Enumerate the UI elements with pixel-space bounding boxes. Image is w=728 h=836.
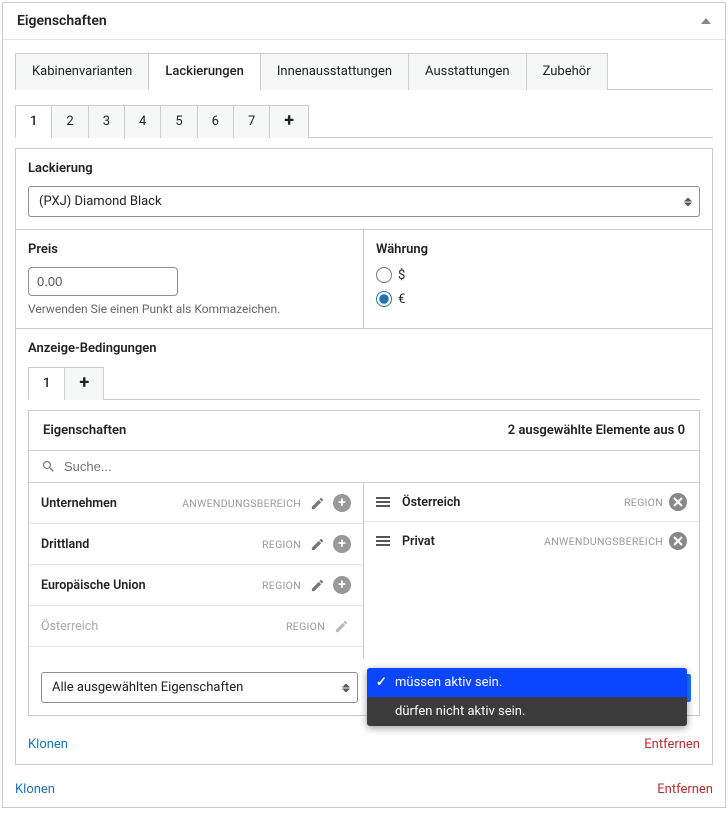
preis-label: Preis — [28, 242, 351, 257]
list-item: Crew Cab 5'7''-Bed KABINENVARIANTE + — [29, 647, 363, 658]
condition-tab-1[interactable]: 1 — [28, 367, 65, 400]
edit-icon[interactable] — [307, 493, 327, 513]
list-item: Unternehmen ANWENDUNGSBEREICH + — [29, 483, 363, 524]
clone-variant-button[interactable]: Klonen — [15, 782, 55, 797]
condition-mode-dropdown: müssen aktiv sein. dürfen nicht aktiv se… — [367, 668, 687, 726]
list-item: Europäische Union REGION + — [29, 565, 363, 606]
add-icon[interactable]: + — [333, 535, 351, 553]
tab-innenausstattungen[interactable]: Innenausstattungen — [260, 53, 409, 90]
preis-hint: Verwenden Sie einen Punkt als Kommazeich… — [28, 302, 351, 316]
panel-header[interactable]: Eigenschaften — [3, 3, 725, 40]
variant-tab-4[interactable]: 4 — [124, 105, 161, 138]
add-icon[interactable]: + — [333, 494, 351, 512]
condition-tabs: 1 + — [28, 366, 700, 400]
remove-variant-button[interactable]: Entfernen — [657, 782, 713, 797]
list-item[interactable]: Privat ANWENDUNGSBEREICH — [364, 522, 699, 560]
variant-tab-2[interactable]: 2 — [51, 105, 88, 138]
lackierung-select[interactable]: (PXJ) Diamond Black — [28, 186, 700, 217]
props-title: Eigenschaften — [43, 423, 126, 438]
collapse-icon — [701, 18, 711, 24]
list-item[interactable]: Österreich REGION — [364, 483, 699, 522]
remove-condition-button[interactable]: Entfernen — [644, 737, 700, 752]
dropdown-option-active[interactable]: müssen aktiv sein. — [367, 668, 687, 697]
remove-icon[interactable] — [669, 532, 687, 550]
currency-usd-radio[interactable] — [376, 267, 392, 283]
available-list: Unternehmen ANWENDUNGSBEREICH + Drittlan… — [29, 483, 364, 658]
variant-tab-3[interactable]: 3 — [88, 105, 125, 138]
currency-usd-label: $ — [398, 268, 405, 283]
condition-scope-select[interactable]: Alle ausgewählten Eigenschaften — [41, 672, 358, 703]
edit-icon[interactable] — [331, 616, 351, 636]
drag-handle-icon[interactable] — [376, 536, 390, 546]
variant-tabs: 1 2 3 4 5 6 7 + — [15, 104, 713, 138]
drag-handle-icon[interactable] — [376, 497, 390, 507]
search-icon — [41, 459, 56, 474]
tab-zubehoer[interactable]: Zubehör — [526, 53, 608, 90]
add-variant-button[interactable]: + — [269, 105, 309, 138]
lackierung-label: Lackierung — [28, 161, 700, 176]
tab-kabinenvarianten[interactable]: Kabinenvarianten — [15, 53, 149, 90]
variant-tab-1[interactable]: 1 — [15, 105, 52, 138]
variant-tab-7[interactable]: 7 — [233, 105, 270, 138]
tab-ausstattungen[interactable]: Ausstattungen — [408, 53, 527, 90]
currency-eur-label: € — [398, 292, 405, 307]
tab-lackierungen[interactable]: Lackierungen — [148, 53, 261, 90]
list-item: Österreich REGION — [29, 606, 363, 647]
edit-icon[interactable] — [307, 657, 327, 658]
list-item: Drittland REGION + — [29, 524, 363, 565]
edit-icon[interactable] — [307, 575, 327, 595]
add-icon[interactable]: + — [333, 576, 351, 594]
preis-input[interactable] — [28, 267, 178, 296]
remove-icon[interactable] — [669, 493, 687, 511]
props-count: 2 ausgewählte Elemente aus 0 — [508, 423, 685, 438]
currency-eur-radio[interactable] — [376, 291, 392, 307]
dropdown-option-inactive[interactable]: dürfen nicht aktiv sein. — [367, 697, 687, 726]
conditions-label: Anzeige-Bedingungen — [28, 341, 700, 356]
search-input[interactable] — [64, 459, 687, 474]
panel-title: Eigenschaften — [17, 13, 107, 29]
selected-list: Österreich REGION Privat ANWENDUNGSBEREI… — [364, 483, 699, 658]
add-condition-button[interactable]: + — [64, 367, 104, 400]
clone-condition-button[interactable]: Klonen — [28, 737, 68, 752]
variant-tab-5[interactable]: 5 — [160, 105, 197, 138]
main-tabs: Kabinenvarianten Lackierungen Innenausst… — [15, 52, 713, 90]
variant-tab-6[interactable]: 6 — [197, 105, 234, 138]
edit-icon[interactable] — [307, 534, 327, 554]
waehrung-label: Währung — [376, 242, 700, 257]
